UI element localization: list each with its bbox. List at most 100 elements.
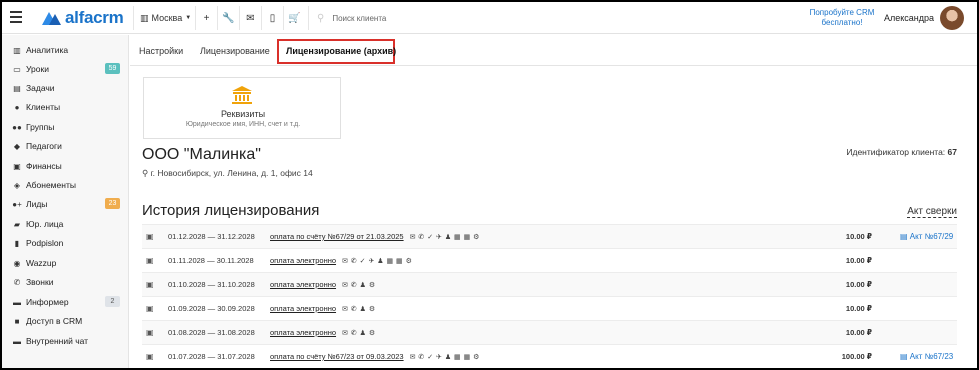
- sidebar-item-label: Podpislon: [26, 238, 64, 248]
- period: 01.10.2028 — 31.10.2028: [168, 280, 255, 289]
- options-icons: ✉ ✆ ✓ ✈ ♟ ▦ ▦ ⚙: [342, 257, 413, 265]
- amount: 10.00 ₽: [845, 256, 872, 265]
- briefcase-icon: ▰: [13, 219, 21, 229]
- mobile-icon[interactable]: ▯: [261, 6, 283, 30]
- cash-icon: ▣: [146, 232, 154, 241]
- sidebar-item-label: Звонки: [26, 277, 54, 287]
- sidebar-item-legal-entities[interactable]: ▰ Юр. лица: [12, 217, 124, 231]
- payment-link[interactable]: оплата электронно: [270, 328, 336, 337]
- whatsapp-icon: ◉: [13, 258, 21, 268]
- tab-licensing-archive[interactable]: Лицензирование (архив): [286, 46, 396, 56]
- logo-icon: [42, 12, 61, 25]
- sidebar-item-wazzup[interactable]: ◉ Wazzup: [12, 256, 124, 270]
- amount: 10.00 ₽: [845, 280, 872, 289]
- requisites-card[interactable]: Реквизиты Юридическое имя, ИНН, счет и т…: [143, 77, 341, 139]
- sidebar-item-subscriptions[interactable]: ◈ Абонементы: [12, 178, 124, 192]
- main-content: Настройки Лицензирование Лицензирование …: [130, 35, 977, 368]
- sidebar-item-label: Финансы: [26, 161, 62, 171]
- sidebar-item-label: Группы: [26, 122, 55, 132]
- sidebar-item-internal-chat[interactable]: ▬ Внутренний чат: [12, 334, 124, 348]
- sidebar-item-clients[interactable]: ● Клиенты: [12, 100, 124, 114]
- tab-bar: Настройки Лицензирование Лицензирование …: [130, 35, 977, 66]
- cash-icon: ▣: [146, 304, 154, 313]
- act-document-link[interactable]: ▤ Акт №67/23: [900, 352, 953, 361]
- plus-icon[interactable]: +: [195, 6, 217, 30]
- sidebar-item-label: Абонементы: [26, 180, 76, 190]
- options-icons: ✉ ✆ ✓ ✈ ♟ ▦ ▦ ⚙: [409, 353, 480, 361]
- payment-link[interactable]: оплата по счёту №67/23 от 09.03.2023: [270, 352, 404, 361]
- sidebar-item-label: Аналитика: [26, 45, 69, 55]
- sidebar-item-analytics[interactable]: ▥ Аналитика: [12, 43, 124, 57]
- sidebar-item-teachers[interactable]: ◆ Педагоги: [12, 139, 124, 153]
- sidebar-item-leads[interactable]: ●+ Лиды 23: [12, 197, 124, 211]
- document-icon: ▤: [900, 352, 908, 361]
- search-input[interactable]: [332, 13, 533, 23]
- tasks-icon: ▤: [13, 83, 21, 93]
- sidebar-item-lessons[interactable]: ▭ Уроки 59: [12, 62, 124, 76]
- address-text: г. Новосибирск, ул. Ленина, д. 1, офис 1…: [150, 168, 313, 178]
- wrench-icon[interactable]: 🔧: [217, 6, 239, 30]
- table-row: ▣ 01.11.2028 — 30.11.2028 оплата электро…: [142, 248, 957, 272]
- sidebar-item-calls[interactable]: ✆ Звонки: [12, 275, 124, 289]
- mail-icon[interactable]: ✉: [239, 6, 261, 30]
- informer-count-badge: 2: [105, 296, 120, 307]
- leads-count-badge: 23: [105, 198, 120, 209]
- sidebar-item-podpislon[interactable]: ▮ Podpislon: [12, 236, 124, 250]
- sidebar-item-label: Уроки: [26, 64, 49, 74]
- location-pin-icon: ⚲: [142, 168, 149, 178]
- informer-icon: ▬: [13, 297, 21, 307]
- try-free-link[interactable]: Попробуйте CRM бесплатно!: [808, 8, 876, 28]
- city-selector[interactable]: ▥ Москва ▼: [133, 6, 197, 30]
- act-check-link[interactable]: Акт сверки: [907, 206, 957, 218]
- sidebar-item-tasks[interactable]: ▤ Задачи: [12, 81, 124, 95]
- table-row: ▣ 01.10.2028 — 31.10.2028 оплата электро…: [142, 272, 957, 296]
- users-icon: ●●: [12, 122, 22, 132]
- payment-link[interactable]: оплата электронно: [270, 304, 336, 313]
- user-plus-icon: ●+: [12, 199, 22, 209]
- options-icons: ✉ ✆ ♟ ⚙: [342, 281, 376, 289]
- chat-icon: ▬: [13, 336, 21, 346]
- building-icon: ▥: [140, 12, 149, 23]
- menu-icon[interactable]: [10, 11, 22, 23]
- payment-link[interactable]: оплата электронно: [270, 256, 336, 265]
- avatar[interactable]: [940, 6, 964, 30]
- sidebar-item-label: Юр. лица: [26, 219, 64, 229]
- brand-name: alfacrm: [65, 8, 124, 27]
- period: 01.07.2028 — 31.07.2028: [168, 352, 255, 361]
- table-row: ▣ 01.12.2028 — 31.12.2028 оплата по счёт…: [142, 224, 957, 248]
- sidebar-item-label: Информер: [26, 297, 69, 307]
- sidebar-item-crm-access[interactable]: ■ Доступ в CRM: [12, 314, 124, 328]
- tab-licensing[interactable]: Лицензирование: [200, 46, 270, 56]
- table-row: ▣ 01.07.2028 — 31.07.2028 оплата по счёт…: [142, 344, 957, 368]
- chart-icon: ▥: [13, 45, 21, 55]
- money-icon: ▣: [13, 161, 21, 171]
- city-label: Москва: [151, 13, 183, 23]
- sidebar-item-label: Педагоги: [26, 141, 62, 151]
- sidebar: ▥ Аналитика ▭ Уроки 59 ▤ Задачи ● Клиенты ●● Г…: [2, 35, 129, 368]
- payment-link[interactable]: оплата по счёту №67/29 от 21.03.2025: [270, 232, 404, 241]
- period: 01.09.2028 — 30.09.2028: [168, 304, 255, 313]
- user-name[interactable]: Александра: [884, 13, 934, 23]
- company-name: ООО "Малинка": [142, 146, 261, 163]
- cart-icon[interactable]: 🛒: [283, 6, 305, 30]
- amount: 100.00 ₽: [841, 352, 872, 361]
- client-id: Идентификатор клиента: 67: [846, 147, 957, 157]
- payment-link[interactable]: оплата электронно: [270, 280, 336, 289]
- tab-settings[interactable]: Настройки: [139, 46, 183, 56]
- client-id-label: Идентификатор клиента:: [846, 147, 946, 157]
- logo[interactable]: alfacrm: [40, 8, 124, 28]
- client-search[interactable]: ⚲: [308, 6, 558, 30]
- requisites-subtitle: Юридическое имя, ИНН, счет и т.д.: [185, 121, 301, 128]
- sidebar-item-label: Клиенты: [26, 102, 61, 112]
- sidebar-item-informer[interactable]: ▬ Информер 2: [12, 295, 124, 309]
- sidebar-item-groups[interactable]: ●● Группы: [12, 120, 124, 134]
- lock-icon: ■: [14, 316, 20, 326]
- cash-icon: ▣: [146, 352, 154, 361]
- sidebar-item-finance[interactable]: ▣ Финансы: [12, 159, 124, 173]
- top-bar: alfacrm ▥ Москва ▼ + 🔧 ✉ ▯ 🛒 ⚲ Попробуйт…: [2, 2, 977, 34]
- act-document-link[interactable]: ▤ Акт №67/29: [900, 232, 953, 241]
- chevron-down-icon: ▼: [185, 15, 192, 21]
- sidebar-item-label: Wazzup: [26, 258, 57, 268]
- company-address: ⚲ г. Новосибирск, ул. Ленина, д. 1, офис…: [142, 168, 313, 179]
- amount: 10.00 ₽: [845, 304, 872, 313]
